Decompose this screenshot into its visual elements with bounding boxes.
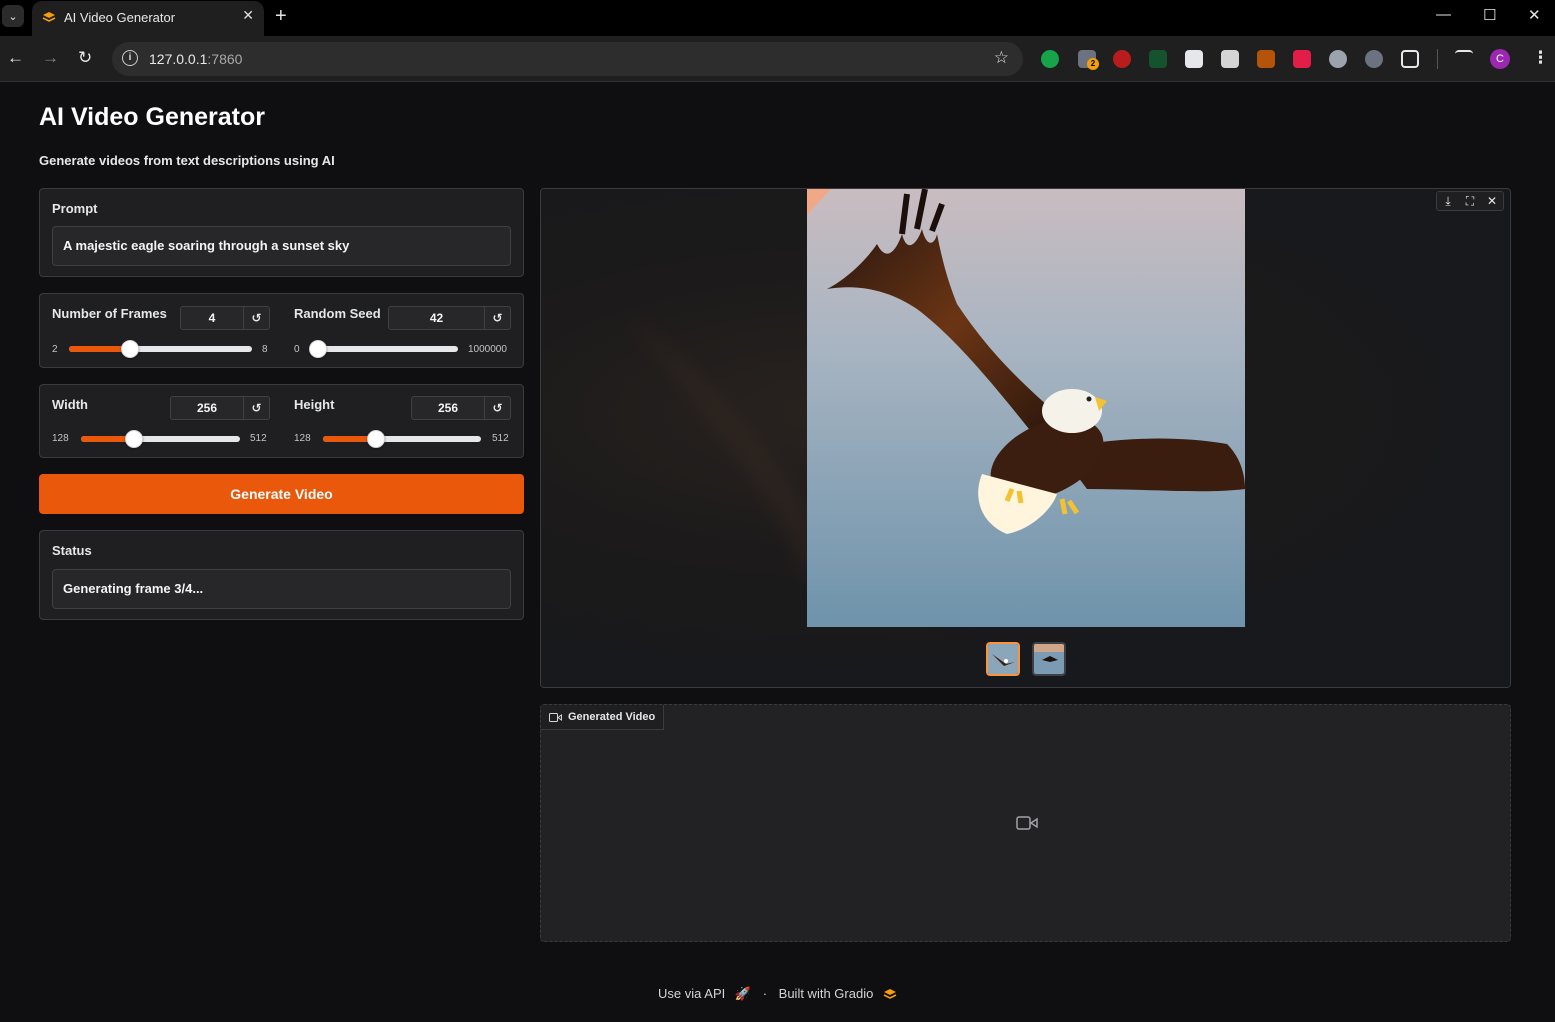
height-reset-icon[interactable]: ↺ bbox=[484, 397, 510, 419]
browser-tab-bar: ⌄ AI Video Generator ✕ + — ☐ ✕ bbox=[0, 0, 1555, 36]
tab-close-icon[interactable]: ✕ bbox=[242, 7, 254, 24]
seed-min: 0 bbox=[294, 344, 300, 355]
seed-slider[interactable] bbox=[309, 340, 458, 358]
built-with-gradio-link[interactable]: Built with Gradio bbox=[779, 986, 874, 1001]
forward-icon[interactable]: → bbox=[42, 48, 59, 68]
browser-toolbar: ← → ↻ i 127.0.0.1:7860 ☆ 2 C ⋮ bbox=[0, 36, 1555, 82]
frames-slider[interactable] bbox=[69, 340, 252, 358]
back-icon[interactable]: ← bbox=[7, 48, 24, 68]
gear-extension-icon[interactable] bbox=[1365, 50, 1383, 68]
fullscreen-icon[interactable]: ⛶ bbox=[1459, 192, 1481, 210]
height-slider[interactable] bbox=[323, 430, 481, 448]
generate-video-button[interactable]: Generate Video bbox=[39, 474, 524, 514]
seed-max: 1000000 bbox=[468, 344, 507, 355]
gradio-logo-icon bbox=[883, 988, 897, 999]
download-icon[interactable]: ⤓ bbox=[1437, 192, 1459, 210]
frames-reset-icon[interactable]: ↺ bbox=[243, 307, 269, 329]
frames-value: 4 bbox=[208, 311, 216, 325]
pocket-extension-icon[interactable] bbox=[1293, 50, 1311, 68]
h-extension-icon[interactable] bbox=[1221, 50, 1239, 68]
width-label: Width bbox=[52, 397, 88, 412]
gallery-toolbar: ⤓ ⛶ ✕ bbox=[1436, 191, 1504, 211]
maximize-icon[interactable]: ☐ bbox=[1483, 6, 1496, 24]
reload-icon[interactable]: ↻ bbox=[78, 48, 92, 68]
height-max: 512 bbox=[492, 433, 509, 444]
width-number-input[interactable]: 256 ↺ bbox=[170, 396, 270, 420]
footer-separator: · bbox=[762, 986, 768, 1002]
height-label: Height bbox=[294, 397, 335, 412]
tab-search-icon[interactable]: ⌄ bbox=[2, 5, 24, 27]
status-panel: Status Generating frame 3/4... bbox=[39, 530, 524, 620]
height-slider-thumb[interactable] bbox=[366, 430, 385, 448]
grammarly-extension-icon[interactable] bbox=[1041, 50, 1059, 68]
bookmark-star-icon[interactable]: ☆ bbox=[994, 48, 1009, 68]
browser-menu-icon[interactable]: ⋮ bbox=[1532, 48, 1549, 68]
close-gallery-icon[interactable]: ✕ bbox=[1481, 192, 1503, 210]
seed-label: Random Seed bbox=[294, 306, 381, 321]
width-max: 512 bbox=[250, 433, 267, 444]
seed-value: 42 bbox=[429, 311, 444, 325]
frames-max: 8 bbox=[262, 344, 268, 355]
dimensions-panel: Width 256 ↺ 128 512 Height 256 ↺ 128 512 bbox=[39, 384, 524, 458]
height-value: 256 bbox=[437, 401, 459, 415]
width-min: 128 bbox=[52, 433, 69, 444]
media-control-icon[interactable] bbox=[1455, 50, 1473, 68]
page-subtitle: Generate videos from text descriptions u… bbox=[39, 153, 335, 168]
width-slider[interactable] bbox=[81, 430, 240, 448]
gradio-favicon-icon bbox=[42, 12, 56, 22]
seed-slider-thumb[interactable] bbox=[309, 340, 327, 358]
prompt-label: Prompt bbox=[52, 201, 98, 216]
url-text: 127.0.0.1:7860 bbox=[149, 51, 243, 67]
gallery-thumbnail[interactable] bbox=[1032, 642, 1066, 676]
width-slider-thumb[interactable] bbox=[124, 430, 143, 448]
frames-label: Number of Frames bbox=[52, 306, 167, 321]
toolbar-divider bbox=[1437, 49, 1438, 69]
seed-number-input[interactable]: 42 ↺ bbox=[388, 306, 511, 330]
width-reset-icon[interactable]: ↺ bbox=[243, 397, 269, 419]
extensions-puzzle-icon[interactable] bbox=[1401, 50, 1419, 68]
address-bar[interactable]: i 127.0.0.1:7860 ☆ bbox=[112, 42, 1023, 76]
ublock-extension-icon[interactable] bbox=[1113, 50, 1131, 68]
width-value: 256 bbox=[196, 401, 218, 415]
minimize-icon[interactable]: — bbox=[1436, 6, 1451, 23]
frames-slider-thumb[interactable] bbox=[120, 340, 139, 358]
prompt-panel: Prompt A majestic eagle soaring through … bbox=[39, 188, 524, 277]
status-label: Status bbox=[52, 543, 92, 558]
status-output: Generating frame 3/4... bbox=[52, 569, 511, 609]
new-tab-icon[interactable]: + bbox=[275, 5, 287, 28]
footer: Use via API 🚀 · Built with Gradio bbox=[0, 985, 1555, 1002]
window-extension-icon[interactable] bbox=[1185, 50, 1203, 68]
rocket-icon: 🚀 bbox=[734, 985, 752, 1001]
profile-avatar[interactable]: C bbox=[1490, 49, 1510, 69]
frames-min: 2 bbox=[52, 344, 58, 355]
seed-reset-icon[interactable]: ↺ bbox=[484, 307, 510, 329]
prompt-input[interactable]: A majestic eagle soaring through a sunse… bbox=[52, 226, 511, 266]
gallery-main-image[interactable] bbox=[807, 189, 1245, 627]
video-camera-icon bbox=[549, 713, 562, 722]
height-number-input[interactable]: 256 ↺ bbox=[411, 396, 511, 420]
use-via-api-link[interactable]: Use via API bbox=[658, 986, 725, 1001]
cloud-extension-icon[interactable]: 2 bbox=[1078, 50, 1099, 70]
notes-extension-icon[interactable] bbox=[1257, 50, 1275, 68]
mask-extension-icon[interactable] bbox=[1329, 50, 1347, 68]
gallery-thumbnail[interactable] bbox=[986, 642, 1020, 676]
tab-title: AI Video Generator bbox=[64, 10, 176, 25]
height-min: 128 bbox=[294, 433, 311, 444]
browser-tab[interactable]: AI Video Generator ✕ bbox=[32, 1, 264, 36]
eagle-image bbox=[807, 189, 1245, 627]
close-window-icon[interactable]: ✕ bbox=[1528, 6, 1541, 24]
frames-seed-panel: Number of Frames 4 ↺ 2 8 Random Seed 42 … bbox=[39, 293, 524, 368]
gradio-app: AI Video Generator Generate videos from … bbox=[0, 83, 1555, 1022]
video-label: Generated Video bbox=[541, 705, 665, 730]
frames-number-input[interactable]: 4 ↺ bbox=[180, 306, 270, 330]
site-info-icon[interactable]: i bbox=[122, 50, 138, 66]
bw-extension-icon[interactable] bbox=[1149, 50, 1167, 68]
generated-video-output[interactable]: Generated Video bbox=[540, 704, 1511, 942]
frame-gallery: ⤓ ⛶ ✕ bbox=[540, 188, 1511, 688]
page-title: AI Video Generator bbox=[39, 103, 265, 131]
video-placeholder-icon bbox=[1016, 816, 1038, 830]
